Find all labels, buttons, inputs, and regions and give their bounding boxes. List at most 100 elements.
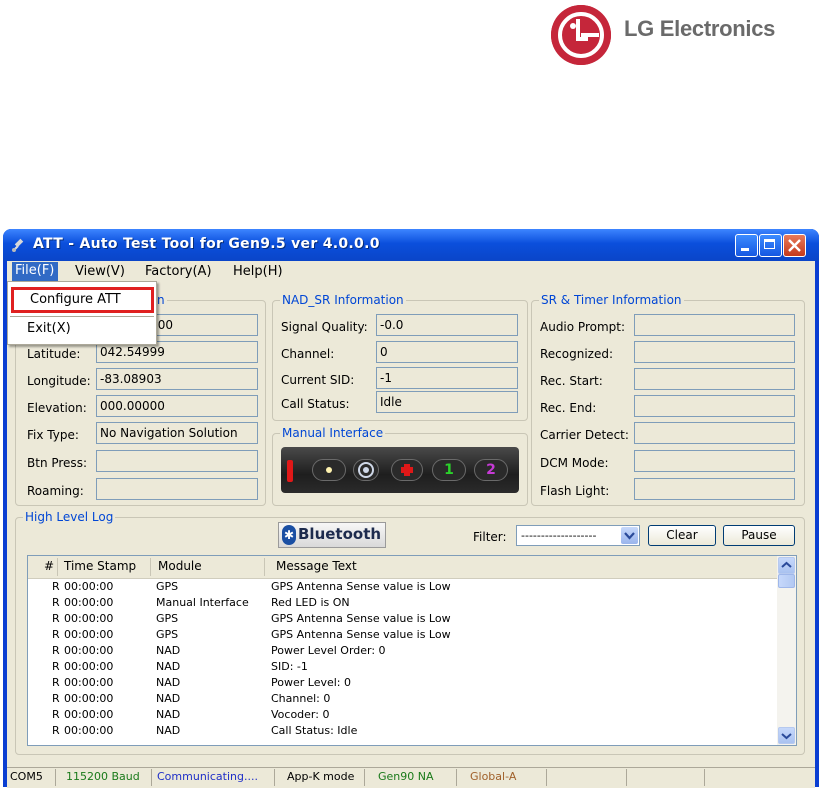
log-cell-time: 00:00:00	[64, 596, 114, 609]
column-divider[interactable]	[57, 558, 58, 576]
log-cell-time: 00:00:00	[64, 612, 114, 625]
status-divider	[151, 769, 152, 786]
call-status-label: Call Status:	[281, 397, 350, 411]
emergency-cross-icon	[401, 464, 413, 476]
log-cell-type: R	[52, 692, 60, 705]
column-divider[interactable]	[264, 558, 265, 576]
log-cell-type: R	[52, 660, 60, 673]
pause-button[interactable]: Pause	[723, 525, 795, 546]
signal-quality-label: Signal Quality:	[281, 320, 368, 334]
carrier-detect-field	[634, 422, 795, 444]
carrier-detect-label: Carrier Detect:	[540, 428, 629, 442]
brand-name: LG Electronics	[624, 16, 776, 41]
audio-prompt-label: Audio Prompt:	[540, 320, 626, 334]
maximize-button[interactable]	[759, 234, 782, 257]
status-region: Global-A	[470, 770, 517, 783]
elevation-label: Elevation:	[27, 401, 87, 415]
status-communicating: Communicating....	[157, 770, 258, 783]
minimize-button[interactable]	[735, 234, 758, 257]
log-cell-type: R	[52, 724, 60, 737]
log-row[interactable]: R 00:00:00 NAD Channel: 0	[28, 692, 777, 705]
menu-item-exit[interactable]: Exit(X)	[27, 321, 71, 336]
status-mode: App-K mode	[287, 770, 355, 783]
log-row[interactable]: R 00:00:00 GPS GPS Antenna Sense value is L…	[28, 612, 777, 625]
column-message-text[interactable]: Message Text	[276, 559, 357, 573]
log-cell-type: R	[52, 596, 60, 609]
log-cell-module: NAD	[156, 676, 181, 689]
log-row[interactable]: R 00:00:00 NAD Call Status: Idle	[28, 724, 777, 737]
column-divider[interactable]	[150, 558, 151, 576]
scroll-thumb[interactable]	[778, 574, 795, 588]
onstar-icon	[358, 462, 374, 478]
log-cell-message: Call Status: Idle	[271, 724, 358, 737]
button-1[interactable]: 1	[432, 459, 466, 481]
channel-field: 0	[376, 341, 518, 363]
log-cell-message: SID: -1	[271, 660, 308, 673]
close-button[interactable]	[783, 234, 806, 257]
filter-dropdown-arrow[interactable]	[621, 527, 638, 544]
lg-face-logo	[551, 5, 611, 65]
column-module[interactable]: Module	[158, 559, 202, 573]
log-cell-message: Vocoder: 0	[271, 708, 330, 721]
status-divider	[55, 769, 56, 786]
log-row[interactable]: R 00:00:00 Manual Interface Red LED is ON	[28, 596, 777, 609]
log-row[interactable]: R 00:00:00 NAD SID: -1	[28, 660, 777, 673]
emergency-button[interactable]	[391, 459, 423, 481]
dcm-mode-label: DCM Mode:	[540, 456, 609, 470]
log-row[interactable]: R 00:00:00 GPS GPS Antenna Sense value is L…	[28, 580, 777, 593]
status-divider	[456, 769, 457, 786]
log-cell-message: Power Level Order: 0	[271, 644, 386, 657]
window-title: ATT - Auto Test Tool for Gen9.5 ver 4.0.…	[33, 236, 380, 252]
status-baud: 115200 Baud	[66, 770, 140, 783]
fix-type-label: Fix Type:	[27, 428, 79, 442]
status-divider	[274, 769, 275, 786]
elevation-field: 000.00000	[96, 395, 258, 417]
button-2[interactable]: 2	[474, 459, 508, 481]
menu-file[interactable]: File(F)	[12, 262, 59, 282]
log-cell-time: 00:00:00	[64, 628, 114, 641]
manual-interface-title: Manual Interface	[280, 426, 386, 440]
log-row[interactable]: R 00:00:00 NAD Power Level Order: 0	[28, 644, 777, 657]
recognized-field	[634, 341, 795, 363]
log-row[interactable]: R 00:00:00 NAD Power Level: 0	[28, 676, 777, 689]
led-button[interactable]	[312, 459, 346, 481]
roaming-field	[96, 478, 258, 500]
btn-press-label: Btn Press:	[27, 456, 87, 470]
clear-button[interactable]: Clear	[648, 525, 716, 546]
column-time-stamp[interactable]: Time Stamp	[64, 559, 136, 573]
dcm-mode-field	[634, 450, 795, 472]
nad-group-title: NAD_SR Information	[280, 293, 406, 307]
menu-help[interactable]: Help(H)	[233, 264, 283, 279]
log-cell-module: GPS	[156, 612, 179, 625]
log-cell-time: 00:00:00	[64, 676, 114, 689]
recognized-label: Recognized:	[540, 347, 614, 361]
current-sid-field: -1	[376, 367, 518, 389]
log-cell-time: 00:00:00	[64, 724, 114, 737]
longitude-label: Longitude:	[27, 374, 91, 388]
flash-light-field	[634, 478, 795, 500]
log-cell-type: R	[52, 644, 60, 657]
onstar-button[interactable]	[353, 459, 379, 481]
call-status-field: Idle	[376, 391, 518, 413]
bluetooth-icon: ✱	[282, 525, 296, 545]
chevron-up-icon	[781, 561, 792, 568]
log-cell-message: GPS Antenna Sense value is Low	[271, 628, 451, 641]
scroll-up-button[interactable]	[778, 557, 795, 574]
roaming-label: Roaming:	[27, 484, 84, 498]
log-row[interactable]: R 00:00:00 GPS GPS Antenna Sense value is L…	[28, 628, 777, 641]
log-header	[28, 556, 777, 579]
log-cell-type: R	[52, 708, 60, 721]
menu-factory[interactable]: Factory(A)	[145, 264, 212, 279]
log-cell-module: NAD	[156, 692, 181, 705]
log-cell-message: Power Level: 0	[271, 676, 351, 689]
scroll-down-button[interactable]	[778, 727, 795, 744]
menu-item-configure-att[interactable]: Configure ATT	[11, 287, 154, 313]
log-cell-time: 00:00:00	[64, 660, 114, 673]
column-number[interactable]: #	[44, 559, 54, 573]
log-cell-type: R	[52, 628, 60, 641]
status-port: COM5	[10, 770, 43, 783]
log-cell-module: GPS	[156, 580, 179, 593]
menu-view[interactable]: View(V)	[75, 264, 125, 279]
filter-label: Filter:	[473, 530, 507, 544]
log-row[interactable]: R 00:00:00 NAD Vocoder: 0	[28, 708, 777, 721]
